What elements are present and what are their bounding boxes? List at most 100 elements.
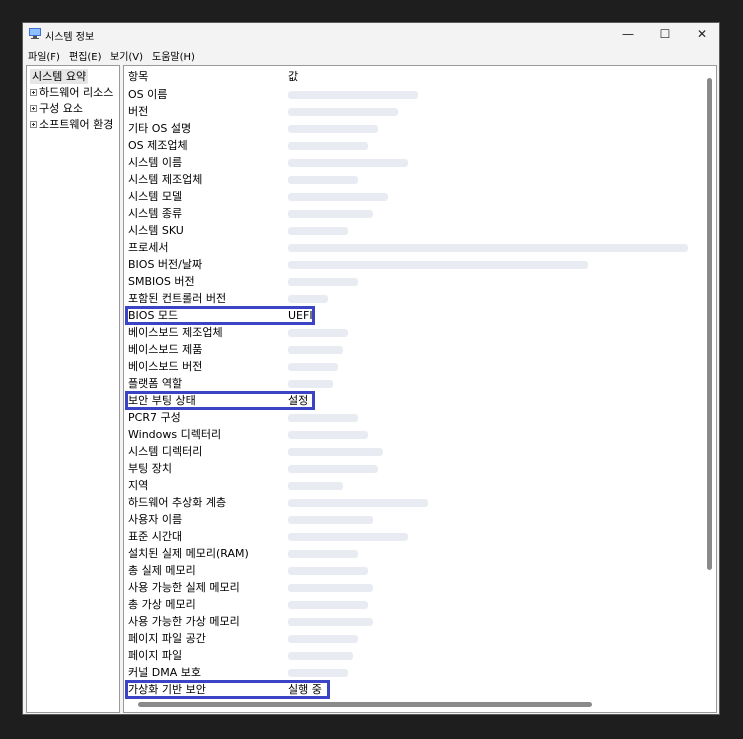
table-row[interactable]: 지역 xyxy=(128,477,688,494)
table-row[interactable]: OS 제조업체 xyxy=(128,137,688,154)
table-row[interactable]: 사용 가능한 실제 메모리 xyxy=(128,579,688,596)
plus-box-icon[interactable] xyxy=(30,120,37,128)
tree-item-hardware-resources[interactable]: 하드웨어 리소스 xyxy=(30,85,113,100)
redacted-value xyxy=(288,431,368,439)
redacted-value xyxy=(288,482,343,490)
row-item-name: 하드웨어 추상화 계층 xyxy=(128,496,227,509)
plus-box-icon[interactable] xyxy=(30,104,37,112)
row-item-name: BIOS 모드 xyxy=(128,309,179,322)
row-item-value: UEFI xyxy=(288,309,313,322)
menu-help[interactable]: 도움말(H) xyxy=(152,48,195,63)
maximize-button[interactable]: ☐ xyxy=(647,23,683,45)
table-row[interactable]: 시스템 이름 xyxy=(128,154,688,171)
table-row[interactable]: 총 가상 메모리 xyxy=(128,596,688,613)
row-item-name: 가상화 기반 보안 xyxy=(128,683,206,696)
row-item-name: 시스템 모델 xyxy=(128,190,183,203)
table-row[interactable]: 시스템 종류 xyxy=(128,205,688,222)
redacted-value xyxy=(288,244,688,252)
row-item-name: 시스템 SKU xyxy=(128,224,184,237)
table-row[interactable]: BIOS 모드 UEFI xyxy=(128,307,688,324)
table-row[interactable]: 부팅 장치 xyxy=(128,460,688,477)
column-header-value[interactable]: 값 xyxy=(288,69,298,85)
vertical-scroll-thumb[interactable] xyxy=(707,78,712,570)
row-item-name: 베이스보드 제품 xyxy=(128,343,203,356)
tree-item-system-summary[interactable]: 시스템 요약 xyxy=(30,69,89,84)
table-row[interactable]: 페이지 파일 xyxy=(128,647,688,664)
row-item-name: 보안 부팅 상태 xyxy=(128,394,196,407)
table-row[interactable]: BIOS 버전/날짜 xyxy=(128,256,688,273)
row-item-name: 페이지 파일 xyxy=(128,649,183,662)
table-row[interactable]: 시스템 SKU xyxy=(128,222,688,239)
table-row[interactable]: 버전 xyxy=(128,103,688,120)
details-list: 항목 값 OS 이름버전기타 OS 설명 OS 제조업체시스템 이름시스템 제조업… xyxy=(123,65,717,713)
redacted-value xyxy=(288,448,383,456)
table-row[interactable]: 플랫폼 역할 xyxy=(128,375,688,392)
table-row[interactable]: 사용자 이름 xyxy=(128,511,688,528)
row-item-name: 부팅 장치 xyxy=(128,462,172,475)
plus-box-icon[interactable] xyxy=(30,88,37,96)
redacted-value xyxy=(288,346,343,354)
table-row[interactable]: 프로세서 xyxy=(128,239,688,256)
row-item-name: SMBIOS 버전 xyxy=(128,275,195,288)
table-row[interactable]: 베이스보드 버전 xyxy=(128,358,688,375)
table-row[interactable]: 사용 가능한 가상 메모리 xyxy=(128,613,688,630)
tree-item-components[interactable]: 구성 요소 xyxy=(30,101,83,116)
title-bar[interactable]: 시스템 정보 — ☐ ✕ xyxy=(23,23,719,45)
table-row[interactable]: 베이스보드 제품 xyxy=(128,341,688,358)
table-row[interactable]: Windows 디렉터리 xyxy=(128,426,688,443)
redacted-value xyxy=(288,278,358,286)
redacted-value xyxy=(288,125,378,133)
table-row[interactable]: 기타 OS 설명 xyxy=(128,120,688,137)
table-row[interactable]: 설치된 실제 메모리(RAM) xyxy=(128,545,688,562)
table-row[interactable]: 표준 시간대 xyxy=(128,528,688,545)
redacted-value xyxy=(288,516,373,524)
row-item-name: 베이스보드 제조업체 xyxy=(128,326,223,339)
table-row[interactable]: 페이지 파일 공간 xyxy=(128,630,688,647)
menu-file[interactable]: 파일(F) xyxy=(28,48,60,63)
redacted-value xyxy=(288,176,358,184)
table-row[interactable]: 베이스보드 제조업체 xyxy=(128,324,688,341)
minimize-button[interactable]: — xyxy=(610,23,646,45)
row-item-name: 표준 시간대 xyxy=(128,530,183,543)
table-row[interactable]: 시스템 모델 xyxy=(128,188,688,205)
row-item-name: 총 가상 메모리 xyxy=(128,598,196,611)
redacted-value xyxy=(288,193,388,201)
row-item-name: PCR7 구성 xyxy=(128,411,181,424)
redacted-value xyxy=(288,295,328,303)
redacted-value xyxy=(288,652,353,660)
row-item-name: BIOS 버전/날짜 xyxy=(128,258,203,271)
table-row[interactable]: 총 실제 메모리 xyxy=(128,562,688,579)
menu-view[interactable]: 보기(V) xyxy=(110,48,143,63)
redacted-value xyxy=(288,210,373,218)
row-item-name: OS 이름 xyxy=(128,88,168,101)
table-row[interactable]: 시스템 디렉터리 xyxy=(128,443,688,460)
row-item-name: Windows 디렉터리 xyxy=(128,428,222,441)
row-item-name: 지역 xyxy=(128,479,149,492)
table-row[interactable]: SMBIOS 버전 xyxy=(128,273,688,290)
horizontal-scroll-thumb[interactable] xyxy=(138,702,592,707)
table-row[interactable]: OS 이름 xyxy=(128,86,688,103)
row-item-value: 설정 xyxy=(288,394,309,407)
close-button[interactable]: ✕ xyxy=(684,23,720,45)
table-row[interactable]: 하드웨어 추상화 계층 xyxy=(128,494,688,511)
menu-edit[interactable]: 편집(E) xyxy=(69,48,102,63)
redacted-value xyxy=(288,601,368,609)
row-item-name: 총 실제 메모리 xyxy=(128,564,196,577)
table-row[interactable]: 포함된 컨트롤러 버전 xyxy=(128,290,688,307)
row-item-name: OS 제조업체 xyxy=(128,139,188,152)
redacted-value xyxy=(288,329,348,337)
redacted-value xyxy=(288,533,408,541)
row-item-name: 버전 xyxy=(128,105,149,118)
row-item-name: 시스템 이름 xyxy=(128,156,183,169)
table-row[interactable]: 시스템 제조업체 xyxy=(128,171,688,188)
column-header-item[interactable]: 항목 xyxy=(128,69,148,85)
redacted-value xyxy=(288,618,373,626)
table-row[interactable]: 보안 부팅 상태 설정 xyxy=(128,392,688,409)
tree-item-software-environment[interactable]: 소프트웨어 환경 xyxy=(30,117,113,132)
table-row[interactable]: PCR7 구성 xyxy=(128,409,688,426)
table-row[interactable]: 가상화 기반 보안 실행 중 xyxy=(128,681,688,698)
row-item-name: 사용자 이름 xyxy=(128,513,183,526)
menu-bar: 파일(F) 편집(E) 보기(V) 도움말(H) xyxy=(23,45,719,64)
category-tree: 시스템 요약 하드웨어 리소스 구성 요소 소프트웨어 환경 xyxy=(26,65,120,713)
table-row[interactable]: 커널 DMA 보호 xyxy=(128,664,688,681)
